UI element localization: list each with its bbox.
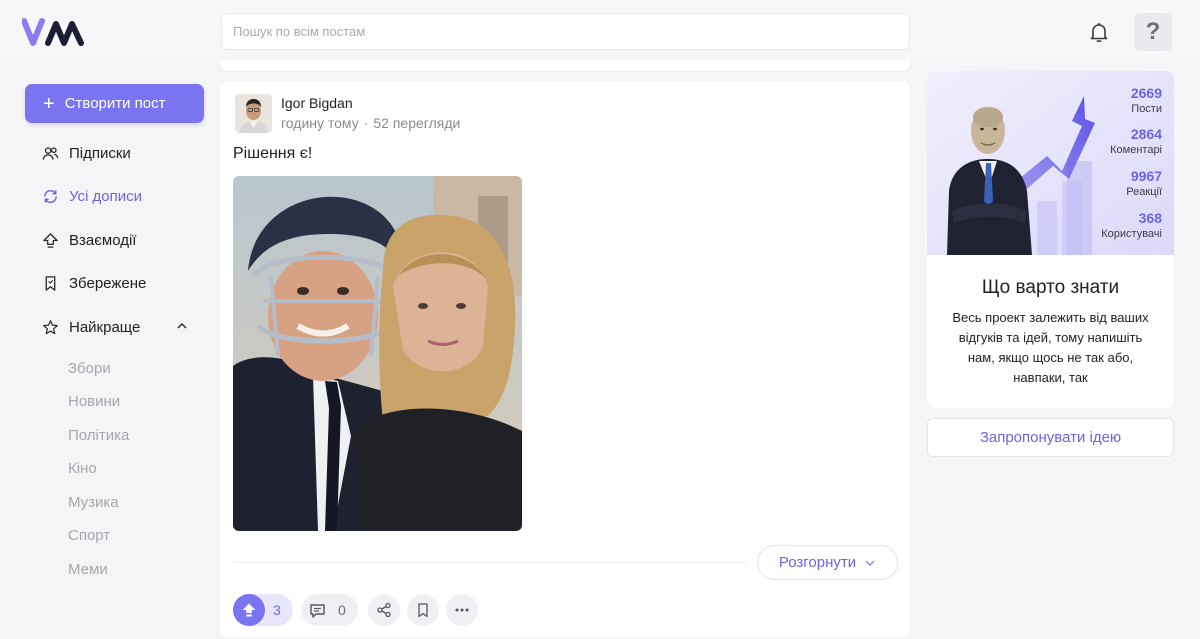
bookmark-icon [418,603,428,618]
share-button[interactable] [368,594,400,626]
post-image[interactable] [233,176,522,531]
share-icon [377,602,391,618]
comment-icon [310,603,325,618]
sidebar-item-label: Усі дописи [69,187,143,205]
sidebar-item-saved[interactable]: Збережене [42,271,146,295]
info-card: 2669 Пости 2864 Коментарі 9967 Реакції 3… [927,71,1174,408]
stat-reactions: 9967 Реакції [1126,168,1162,198]
chevron-down-icon [865,560,875,566]
post-card: Igor Bigdan годину тому · 52 перегляди Ріш… [220,81,910,637]
refresh-icon [44,189,57,203]
post-text: Рішення є! [233,145,313,162]
post-time: годину тому [281,115,359,131]
subcategory-item[interactable]: Музика [68,494,119,511]
subcategory-item[interactable]: Кіно [68,460,97,477]
users-icon [42,146,59,160]
expand-button[interactable]: Розгорнути [757,545,898,580]
search-input[interactable] [221,13,910,50]
sidebar-item-all-posts[interactable]: Усі дописи [42,184,142,208]
like-count: 3 [273,602,281,618]
info-text: Весь проект залежить від ваших відгуків … [952,310,1149,385]
subcategory-item[interactable]: Спорт [68,527,110,544]
stat-value: 2864 [1130,126,1162,142]
top-bar: ? [0,0,1200,62]
bell-icon[interactable] [1087,20,1111,44]
create-post-button[interactable]: + Створити пост [25,84,204,123]
sidebar-item-label: Взаємодії [69,231,137,249]
stat-value: 9967 [1130,168,1162,184]
star-icon [43,319,58,334]
upvote-icon [242,603,256,617]
bookmark-icon [45,275,56,291]
like-button[interactable]: 3 [233,594,293,626]
previous-post-card [220,60,910,71]
stat-label: Користувачі [1101,228,1162,240]
stat-label: Реакції [1126,186,1162,198]
expand-label: Розгорнути [778,554,857,571]
plus-icon: + [43,92,55,115]
stat-users: 368 Користувачі [1101,210,1162,240]
avatar[interactable] [235,94,272,133]
subcategory-item[interactable]: Збори [68,360,111,377]
stat-label: Коментарі [1110,144,1162,156]
subcategory-item[interactable]: Політика [68,427,129,444]
chevron-up-icon[interactable] [176,320,188,332]
divider [233,562,747,563]
subcategory-item[interactable]: Меми [68,561,108,578]
stat-label: Пости [1131,103,1162,115]
post-meta: годину тому · 52 перегляди [281,115,461,131]
suggest-idea-button[interactable]: Запропонувати ідею [927,418,1174,457]
post-views: 52 перегляди [373,115,461,131]
interactions-icon [43,232,58,248]
create-post-label: Створити пост [64,95,166,112]
stat-value: 368 [1138,210,1162,226]
stat-posts: 2669 Пости [1131,85,1162,115]
sidebar-item-subscriptions[interactable]: Підписки [42,141,131,165]
sidebar-item-label: Збережене [69,274,147,292]
post-author[interactable]: Igor Bigdan [281,95,353,111]
stat-value: 2669 [1130,85,1162,101]
logo-icon[interactable] [22,16,86,48]
info-title: Що варто знати [981,277,1120,298]
help-button[interactable]: ? [1134,13,1172,51]
stats-hero: 2669 Пости 2864 Коментарі 9967 Реакції 3… [927,71,1174,255]
sidebar-item-label: Підписки [69,144,131,162]
comment-button[interactable]: 0 [301,594,358,626]
sidebar-item-interactions[interactable]: Взаємодії [42,228,136,252]
subcategory-item[interactable]: Новини [68,393,120,410]
more-button[interactable] [446,594,478,626]
more-icon [455,608,469,612]
save-button[interactable] [407,594,439,626]
sidebar-item-label: Найкраще [69,318,141,336]
stat-comments: 2864 Коментарі [1110,126,1162,156]
comment-count: 0 [338,602,346,618]
sidebar-item-best[interactable]: Найкраще [42,315,140,339]
